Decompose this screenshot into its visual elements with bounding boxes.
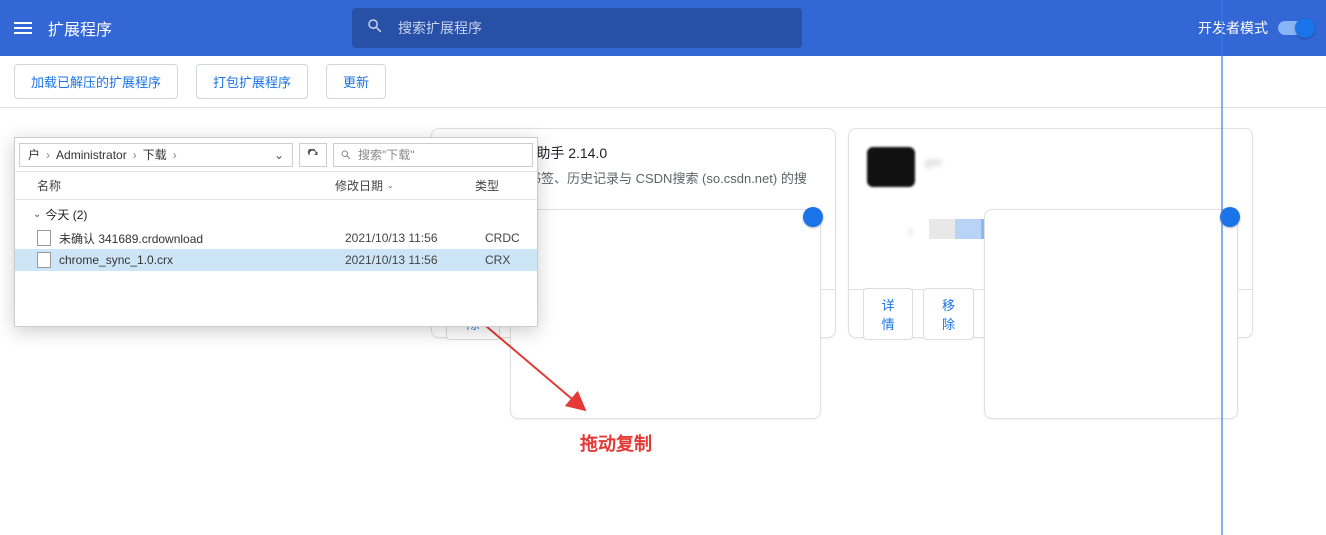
sort-indicator-icon: ⌄ [387,181,394,190]
pack-extension-button[interactable]: 打包扩展程序 [196,64,308,99]
file-row[interactable]: chrome_sync_1.0.crx2021/10/13 11:56CRX [15,249,537,271]
dev-mode-toggle[interactable] [1278,21,1312,35]
details-button[interactable]: 详情 [863,288,913,340]
file-type: CRX [485,253,537,267]
file-type: CRDC [485,231,537,245]
column-modified[interactable]: 修改日期 ⌄ [335,177,475,194]
extension-card-meta: ger r fo 详情 移除 [848,128,1253,338]
app-header: 扩展程序 开发者模式 [0,0,1326,56]
color-swatch [929,219,955,239]
search-field[interactable] [352,8,802,48]
refresh-button[interactable] [299,143,327,167]
crumb-segment[interactable]: 户 [28,146,40,163]
enable-toggle[interactable] [510,209,821,419]
color-swatch [955,219,981,239]
chevron-right-icon: › [173,148,177,162]
file-list: 未确认 341689.crdownload2021/10/13 11:56CRD… [15,227,537,271]
file-icon [37,252,51,268]
menu-icon[interactable] [14,22,32,34]
chevron-right-icon: › [46,148,50,162]
column-headers: 名称 修改日期 ⌄ 类型 [15,172,537,200]
file-date: 2021/10/13 11:56 [345,253,485,267]
dev-toolbar: 加载已解压的扩展程序 打包扩展程序 更新 [0,56,1326,108]
breadcrumb[interactable]: 户 › Administrator › 下载 › ⌄ [19,143,293,167]
column-name[interactable]: 名称 [15,177,335,194]
search-placeholder: 搜索"下载" [358,146,415,163]
file-icon [37,230,51,246]
group-header[interactable]: ⌄ 今天 (2) [15,200,537,227]
chevron-down-icon: ⌄ [33,209,41,220]
explorer-toolbar: 户 › Administrator › 下载 › ⌄ 搜索"下载" [15,138,537,172]
file-explorer-window[interactable]: 户 › Administrator › 下载 › ⌄ 搜索"下载" 名称 修改日期 ⌄ 类型… [14,137,538,327]
file-name: 未确认 341689.crdownload [59,230,345,247]
search-icon [366,17,384,40]
column-modified-label: 修改日期 [335,177,383,194]
card-footer: 详情 移除 [849,289,1252,337]
search-input[interactable] [398,20,788,36]
remove-button[interactable]: 移除 [923,288,973,340]
file-date: 2021/10/13 11:56 [345,231,485,245]
dev-mode-label: 开发者模式 [1198,18,1268,38]
load-unpacked-button[interactable]: 加载已解压的扩展程序 [14,64,178,99]
page-title: 扩展程序 [48,16,112,40]
file-row[interactable]: 未确认 341689.crdownload2021/10/13 11:56CRD… [15,227,537,249]
vertical-line-artifact [1221,0,1223,535]
chevron-right-icon: › [133,148,137,162]
extension-icon [867,147,915,187]
update-button[interactable]: 更新 [326,64,386,99]
crumb-segment[interactable]: 下载 [143,146,167,163]
file-name: chrome_sync_1.0.crx [59,253,345,267]
blurred-text: ger [925,155,942,169]
annotation-text: 拖动复制 [580,430,652,456]
chevron-down-icon[interactable]: ⌄ [274,148,284,162]
crumb-segment[interactable]: Administrator [56,148,127,162]
dev-mode-toggle-group: 开发者模式 [1198,18,1312,38]
blurred-text: r [909,225,913,239]
group-label: 今天 (2) [45,206,87,223]
explorer-search[interactable]: 搜索"下载" [333,143,533,167]
column-type[interactable]: 类型 [475,177,537,194]
enable-toggle[interactable] [984,209,1238,419]
